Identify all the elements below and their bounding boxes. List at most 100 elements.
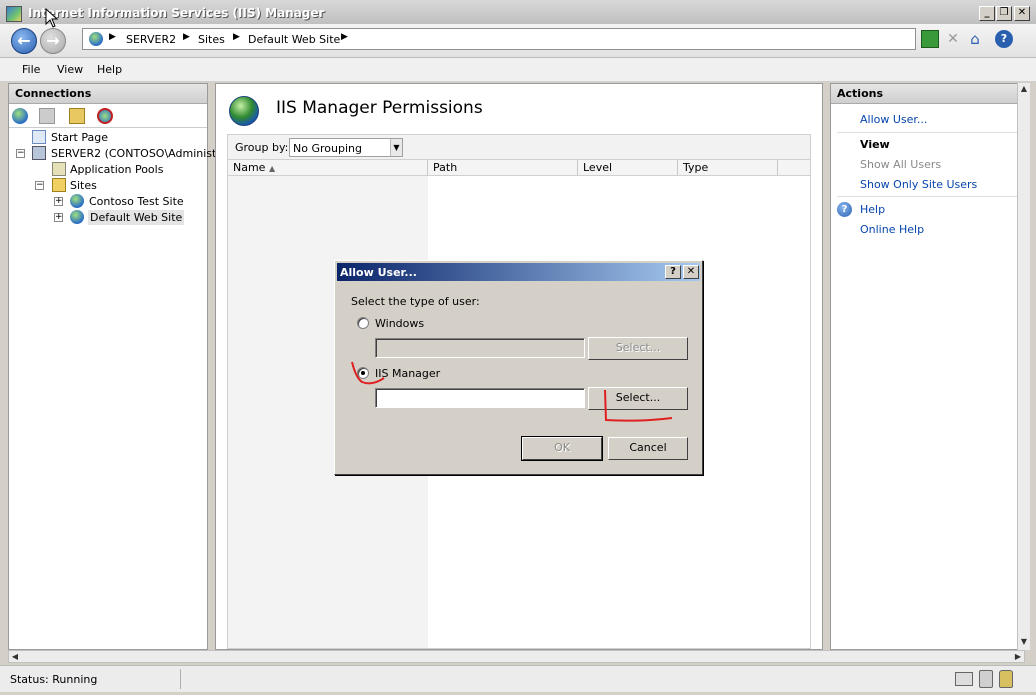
back-button[interactable]: ← <box>11 28 37 54</box>
forward-button[interactable]: → <box>40 28 66 54</box>
group-by-bar: Group by: No Grouping ▼ <box>227 134 811 159</box>
breadcrumb-site[interactable]: Default Web Site <box>248 33 340 46</box>
collapse-server-icon[interactable]: − <box>16 149 25 158</box>
ok-button: OK <box>521 436 603 461</box>
allow-user-dialog: Allow User... ? ✕ Select the type of use… <box>334 260 703 475</box>
tree-sites[interactable]: Sites <box>70 179 97 192</box>
breadcrumb-sites[interactable]: Sites <box>198 33 225 46</box>
chevron-right-icon: ▶ <box>341 32 348 42</box>
windows-user-field <box>375 338 585 358</box>
action-online-help[interactable]: Online Help <box>860 223 924 236</box>
help-icon: ? <box>837 202 852 217</box>
site-globe-icon <box>70 210 84 224</box>
minimize-button[interactable]: _ <box>979 6 995 21</box>
divider <box>837 132 1017 133</box>
home-icon[interactable]: ⌂ <box>966 30 984 48</box>
close-button[interactable]: ✕ <box>1014 6 1030 21</box>
list-header: Name ▲ Path Level Type <box>227 159 811 176</box>
iis-manager-user-field[interactable] <box>375 388 585 408</box>
connections-toolbar <box>9 104 207 128</box>
dialog-title: Allow User... <box>340 266 417 279</box>
status-text: Status: Running <box>10 673 98 686</box>
connections-header: Connections <box>9 84 207 104</box>
action-allow-user[interactable]: Allow User... <box>860 113 927 126</box>
scroll-left-icon[interactable]: ◀ <box>9 651 21 662</box>
dialog-close-button[interactable]: ✕ <box>683 265 699 279</box>
windows-radio[interactable] <box>357 317 369 329</box>
connections-panel: Connections Start Page − SERVER2 (CONTOS… <box>8 83 228 650</box>
chevron-right-icon: ▶ <box>109 32 116 42</box>
group-by-value: No Grouping <box>293 142 362 155</box>
user-type-prompt: Select the type of user: <box>351 295 480 308</box>
windows-select-button: Select... <box>588 337 688 360</box>
up-level-icon[interactable] <box>69 108 85 124</box>
status-separator <box>180 669 181 689</box>
stop-icon[interactable]: ✕ <box>944 30 962 48</box>
column-path[interactable]: Path <box>428 160 578 175</box>
column-level[interactable]: Level <box>578 160 678 175</box>
divider <box>837 196 1017 197</box>
app-pools-icon <box>52 162 66 176</box>
action-help[interactable]: Help <box>860 203 885 216</box>
forward-arrow-icon: → <box>46 31 60 50</box>
tree-start-page[interactable]: Start Page <box>51 131 108 144</box>
save-icon[interactable] <box>39 108 55 124</box>
chevron-right-icon: ▶ <box>233 32 240 42</box>
actions-header: Actions <box>831 84 1024 104</box>
chevron-down-icon[interactable]: ▼ <box>390 139 402 156</box>
column-name[interactable]: Name ▲ <box>228 160 428 175</box>
page-title: IIS Manager Permissions <box>276 98 483 118</box>
cancel-button[interactable]: Cancel <box>608 437 688 460</box>
iis-manager-select-button[interactable]: Select... <box>588 387 688 410</box>
chevron-right-icon: ▶ <box>183 32 190 42</box>
back-arrow-icon: ← <box>17 31 31 50</box>
action-view-title: View <box>860 138 890 151</box>
breadcrumb-server[interactable]: SERVER2 <box>126 33 176 46</box>
collapse-sites-icon[interactable]: − <box>35 181 44 190</box>
actions-panel: Actions Allow User... View Show All User… <box>830 83 1025 650</box>
disconnect-icon[interactable] <box>97 108 113 124</box>
dialog-help-button[interactable]: ? <box>665 265 681 279</box>
action-show-all-users[interactable]: Show All Users <box>860 158 941 171</box>
address-field[interactable]: ▶ SERVER2 ▶ Sites ▶ Default Web Site ▶ <box>82 28 916 50</box>
group-by-label: Group by: <box>235 141 289 154</box>
lock-icon <box>999 670 1013 688</box>
window-title: Internet Information Services (IIS) Mana… <box>28 6 325 20</box>
scroll-up-icon[interactable]: ▲ <box>1018 83 1030 94</box>
permissions-globe-icon <box>229 96 259 126</box>
dialog-title-bar: Allow User... ? ✕ <box>337 263 700 281</box>
address-bar: ← → ▶ SERVER2 ▶ Sites ▶ Default Web Site… <box>0 24 1036 58</box>
restore-button[interactable]: ❐ <box>996 6 1012 21</box>
horizontal-scrollbar[interactable]: ◀ ▶ <box>8 650 1025 663</box>
tree-site-default[interactable]: Default Web Site <box>88 210 185 225</box>
mouse-cursor-icon <box>45 8 59 28</box>
scroll-down-icon[interactable]: ▼ <box>1018 636 1030 647</box>
iis-manager-radio[interactable] <box>357 367 369 379</box>
help-icon[interactable]: ? <box>995 30 1013 48</box>
iis-app-icon <box>6 6 22 22</box>
connect-icon[interactable] <box>12 108 28 124</box>
windows-radio-label[interactable]: Windows <box>375 317 424 330</box>
tree-app-pools[interactable]: Application Pools <box>70 163 163 176</box>
scroll-right-icon[interactable]: ▶ <box>1012 651 1024 662</box>
sort-asc-icon: ▲ <box>268 164 276 173</box>
tree-server[interactable]: SERVER2 (CONTOSO\Administra <box>51 147 228 160</box>
sites-folder-icon <box>52 178 66 192</box>
iis-manager-radio-label[interactable]: IIS Manager <box>375 367 440 380</box>
status-bar: Status: Running <box>0 665 1036 692</box>
expand-site-icon[interactable]: + <box>54 197 63 206</box>
column-type[interactable]: Type <box>678 160 778 175</box>
expand-site-icon[interactable]: + <box>54 213 63 222</box>
menu-view[interactable]: View <box>57 63 83 76</box>
server-icon <box>32 146 46 160</box>
security-icon <box>979 670 993 688</box>
group-by-select[interactable]: No Grouping ▼ <box>289 138 403 157</box>
vertical-scrollbar[interactable]: ▲ ▼ <box>1017 83 1030 650</box>
menu-bar: File View Help <box>0 58 1036 82</box>
menu-help[interactable]: Help <box>97 63 122 76</box>
refresh-icon[interactable] <box>921 30 939 48</box>
menu-file[interactable]: File <box>22 63 40 76</box>
tree-site-contoso[interactable]: Contoso Test Site <box>89 195 184 208</box>
globe-icon <box>89 32 103 46</box>
action-show-site-users[interactable]: Show Only Site Users <box>860 178 977 191</box>
